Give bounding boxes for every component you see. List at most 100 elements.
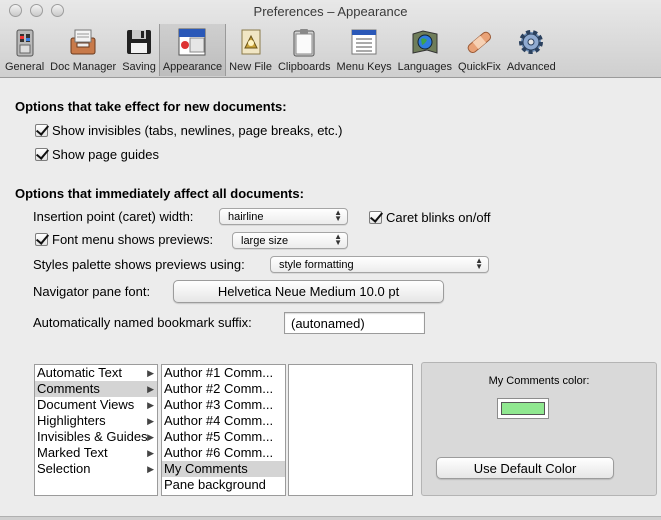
show-invisibles-option[interactable]: Show invisibles (tabs, newlines, page br… — [35, 123, 342, 138]
list-item-label: Selection — [37, 461, 91, 476]
toolbar-new-file[interactable]: New File — [226, 24, 275, 76]
font-menu-size-select[interactable]: large size ▲ ▼ — [232, 232, 348, 249]
select-arrows-icon: ▲ ▼ — [334, 208, 342, 223]
list-item-label: Highlighters — [37, 413, 106, 428]
font-menu-previews-label: Font menu shows previews: — [52, 232, 214, 247]
all-documents-heading: Options that immediately affect all docu… — [15, 186, 304, 201]
list-item[interactable]: Selection ▶ — [35, 461, 157, 477]
list-item[interactable]: Author #3 Comm... — [162, 397, 285, 413]
globe-icon — [412, 30, 438, 54]
toolbar-menu-keys[interactable]: Menu Keys — [334, 24, 395, 76]
show-invisibles-label: Show invisibles (tabs, newlines, page br… — [52, 123, 343, 138]
category-list[interactable]: Automatic Text ▶ Comments ▶ Document Views… — [34, 364, 158, 496]
list-item[interactable]: Author #4 Comm... — [162, 413, 285, 429]
toolbar-appearance[interactable]: Appearance — [158, 24, 227, 76]
list-item[interactable]: Pane background — [162, 477, 285, 493]
toolbar-saving[interactable]: Saving — [119, 24, 159, 76]
list-item[interactable]: Invisibles & Guides ▶ — [35, 429, 157, 445]
navigator-font-label: Navigator pane font: — [33, 284, 151, 299]
color-label: My Comments color: — [488, 375, 590, 387]
toolbar-doc-manager[interactable]: Doc Manager — [47, 24, 119, 76]
list-item-label: Marked Text — [37, 445, 108, 460]
toolbar-general[interactable]: General — [2, 24, 47, 76]
window-bottom-edge — [0, 516, 661, 520]
show-page-guides-label: Show page guides — [52, 147, 159, 162]
list-item[interactable]: Marked Text ▶ — [35, 445, 157, 461]
toolbar-label: Clipboards — [277, 61, 331, 73]
toolbar-clipboards[interactable]: Clipboards — [275, 24, 334, 76]
clipboard-icon — [293, 29, 315, 57]
bandage-icon — [468, 31, 492, 54]
styles-palette-select[interactable]: style formatting ▲ ▼ — [270, 256, 489, 273]
font-menu-size-value: large size — [241, 234, 289, 247]
toolbar-label: Doc Manager — [50, 61, 117, 73]
disclosure-arrow-icon: ▶ — [147, 464, 154, 474]
disclosure-arrow-icon: ▶ — [147, 400, 154, 410]
font-menu-previews-checkbox[interactable] — [35, 233, 48, 246]
toolbar-label: Advanced — [506, 61, 556, 73]
toolbar-languages[interactable]: Languages — [395, 24, 455, 76]
list-item[interactable]: Author #1 Comm... — [162, 365, 285, 381]
disclosure-arrow-icon: ▶ — [147, 448, 154, 458]
toolbar-label: Appearance — [162, 61, 223, 73]
disclosure-arrow-icon: ▶ — [147, 416, 154, 426]
list-item-label: Comments — [37, 381, 100, 396]
list-item[interactable]: Author #2 Comm... — [162, 381, 285, 397]
toolbar-advanced[interactable]: Advanced — [504, 24, 559, 76]
color-well[interactable] — [497, 398, 549, 419]
caret-width-select[interactable]: hairline ▲ ▼ — [219, 208, 348, 225]
caret-blinks-option[interactable]: Caret blinks on/off — [369, 210, 491, 225]
general-icon — [16, 29, 34, 57]
color-swatch — [501, 402, 545, 415]
list-item[interactable]: Highlighters ▶ — [35, 413, 157, 429]
list-item[interactable]: My Comments — [162, 461, 285, 477]
detail-list[interactable] — [288, 364, 413, 496]
disclosure-arrow-icon: ▶ — [147, 384, 154, 394]
subitem-list[interactable]: Author #1 Comm... Author #2 Comm... Auth… — [161, 364, 286, 496]
list-item-label: Document Views — [37, 397, 135, 412]
disclosure-arrow-icon: ▶ — [147, 368, 154, 378]
list-item[interactable]: Document Views ▶ — [35, 397, 157, 413]
use-default-color-button[interactable]: Use Default Color — [436, 457, 614, 479]
show-invisibles-checkbox[interactable] — [35, 124, 48, 137]
caret-width-label: Insertion point (caret) width: — [33, 209, 194, 224]
new-documents-heading: Options that take effect for new documen… — [15, 99, 287, 114]
toolbar-quickfix[interactable]: QuickFix — [455, 24, 504, 76]
toolbar-label: New File — [229, 61, 272, 73]
menu-keys-icon — [351, 29, 377, 55]
new-file-icon — [241, 29, 261, 55]
gear-icon — [519, 30, 544, 54]
show-page-guides-checkbox[interactable] — [35, 148, 48, 161]
font-menu-previews-option[interactable]: Font menu shows previews: — [35, 232, 213, 247]
window-title: Preferences – Appearance — [253, 4, 408, 19]
disclosure-arrow-icon: ▶ — [147, 432, 154, 442]
bookmark-suffix-label: Automatically named bookmark suffix: — [33, 315, 252, 330]
toolbar-label: Saving — [122, 61, 156, 73]
caret-blinks-checkbox[interactable] — [369, 211, 382, 224]
list-item[interactable]: Author #5 Comm... — [162, 429, 285, 445]
styles-palette-label: Styles palette shows previews using: — [33, 257, 245, 272]
caret-blinks-label: Caret blinks on/off — [386, 210, 491, 225]
list-item[interactable]: Automatic Text ▶ — [35, 365, 157, 381]
doc-manager-icon — [70, 29, 96, 55]
list-item[interactable]: Author #6 Comm... — [162, 445, 285, 461]
floppy-disk-icon — [127, 30, 151, 54]
select-arrows-icon: ▲ ▼ — [475, 256, 483, 271]
preferences-toolbar: General Doc Manager Saving Appearance Ne… — [2, 24, 559, 76]
list-item[interactable]: Comments ▶ — [35, 381, 157, 397]
list-item-label: Automatic Text — [37, 365, 123, 380]
styles-palette-value: style formatting — [279, 258, 354, 271]
toolbar-label: General — [5, 61, 45, 73]
navigator-font-button[interactable]: Helvetica Neue Medium 10.0 pt — [173, 280, 444, 303]
toolbar-label: QuickFix — [458, 61, 501, 73]
bookmark-suffix-field[interactable]: (autonamed) — [284, 312, 425, 334]
select-arrows-icon: ▲ ▼ — [334, 232, 342, 247]
list-item-label: Invisibles & Guides — [37, 429, 148, 444]
appearance-icon — [178, 28, 206, 56]
toolbar-label: Languages — [397, 61, 453, 73]
color-settings-panel: My Comments color: Use Default Color — [421, 362, 657, 496]
show-page-guides-option[interactable]: Show page guides — [35, 147, 159, 162]
caret-width-value: hairline — [228, 210, 264, 223]
toolbar-label: Menu Keys — [336, 61, 392, 73]
window-chrome: Preferences – Appearance General Doc Man… — [0, 0, 661, 78]
